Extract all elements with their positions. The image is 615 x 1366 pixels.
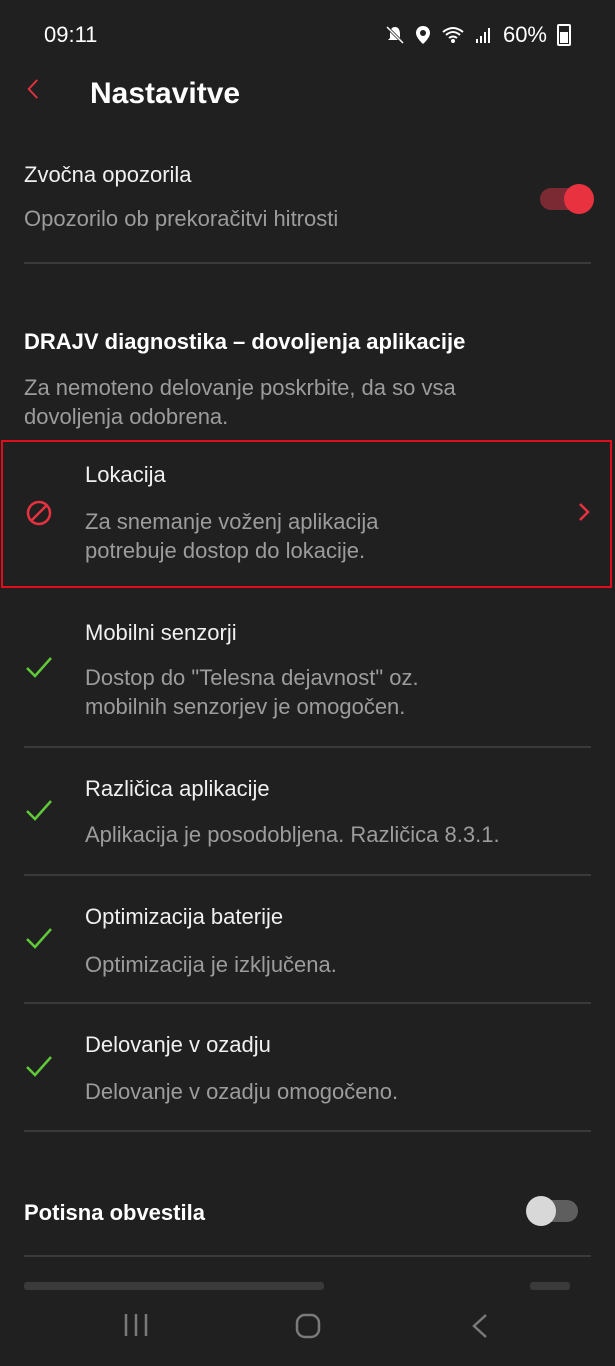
diagnostics-heading: DRAJV diagnostika – dovoljenja aplikacij… bbox=[24, 329, 466, 354]
permission-title: Različica aplikacije bbox=[85, 776, 270, 801]
permission-item-version[interactable]: Različica aplikacije Aplikacija je posod… bbox=[0, 748, 615, 874]
check-icon bbox=[26, 657, 52, 678]
selection-highlight bbox=[1, 440, 612, 588]
check-icon bbox=[26, 928, 52, 949]
permission-item-sensors[interactable]: Mobilni senzorji Dostop do "Telesna deja… bbox=[0, 600, 615, 746]
header: Nastavitve bbox=[0, 70, 615, 120]
diagnostics-intro-line: Za nemoteno delovanje poskrbite, da so v… bbox=[24, 375, 456, 400]
status-icons: 60% bbox=[385, 22, 571, 48]
permission-item-battery[interactable]: Optimizacija baterije Optimizacija je iz… bbox=[0, 876, 615, 1002]
diagnostics-intro-line: dovoljenja odobrena. bbox=[24, 404, 229, 429]
permission-title: Mobilni senzorji bbox=[85, 620, 237, 645]
diagnostics-intro: Za nemoteno delovanje poskrbite, da so v… bbox=[24, 373, 456, 431]
permission-item-background[interactable]: Delovanje v ozadju Delovanje v ozadju om… bbox=[0, 1004, 615, 1130]
page-title: Nastavitve bbox=[90, 77, 241, 110]
toggle-knob bbox=[526, 1196, 556, 1226]
push-notifications-label: Potisna obvestila bbox=[24, 1200, 205, 1225]
back-nav-icon[interactable] bbox=[470, 1312, 490, 1340]
push-notifications-toggle[interactable] bbox=[526, 1196, 578, 1226]
status-bar: 09:11 60% bbox=[0, 0, 615, 70]
system-nav-bar bbox=[0, 1290, 615, 1366]
mute-icon bbox=[385, 25, 405, 45]
permission-desc-line: mobilnih senzorjev je omogočen. bbox=[85, 694, 406, 719]
permission-title: Optimizacija baterije bbox=[85, 904, 284, 929]
status-time: 09:11 bbox=[44, 22, 98, 47]
location-icon bbox=[415, 26, 430, 44]
sound-alerts-sublabel: Opozorilo ob prekoračitvi hitrosti bbox=[24, 206, 339, 231]
permission-desc: Dostop do "Telesna dejavnost" oz. mobiln… bbox=[85, 663, 585, 721]
signal-icon bbox=[475, 28, 490, 43]
sound-alerts-row[interactable]: Zvočna opozorila Opozorilo ob prekoračit… bbox=[24, 162, 338, 233]
permission-desc-line: Dostop do "Telesna dejavnost" oz. bbox=[85, 665, 419, 690]
permission-desc: Optimizacija je izključena. bbox=[85, 952, 337, 977]
toggle-knob bbox=[564, 184, 594, 214]
recent-apps-icon[interactable] bbox=[122, 1312, 150, 1338]
divider bbox=[24, 1255, 591, 1257]
wifi-icon bbox=[442, 27, 464, 43]
partially-hidden-row bbox=[24, 1282, 324, 1290]
home-icon[interactable] bbox=[294, 1312, 322, 1340]
check-icon bbox=[26, 1056, 52, 1077]
permission-desc: Aplikacija je posodobljena. Različica 8.… bbox=[85, 822, 500, 847]
sound-alerts-label: Zvočna opozorila bbox=[24, 162, 192, 187]
divider bbox=[24, 262, 591, 264]
permission-desc: Delovanje v ozadju omogočeno. bbox=[85, 1079, 399, 1104]
permission-title: Delovanje v ozadju bbox=[85, 1032, 271, 1057]
back-arrow-icon[interactable] bbox=[22, 78, 44, 100]
sound-alerts-toggle[interactable] bbox=[540, 184, 594, 214]
divider bbox=[24, 1130, 591, 1132]
battery-icon bbox=[557, 24, 571, 46]
partially-hidden-toggle bbox=[530, 1282, 570, 1290]
battery-percent: 60% bbox=[502, 22, 547, 47]
check-icon bbox=[26, 800, 52, 821]
